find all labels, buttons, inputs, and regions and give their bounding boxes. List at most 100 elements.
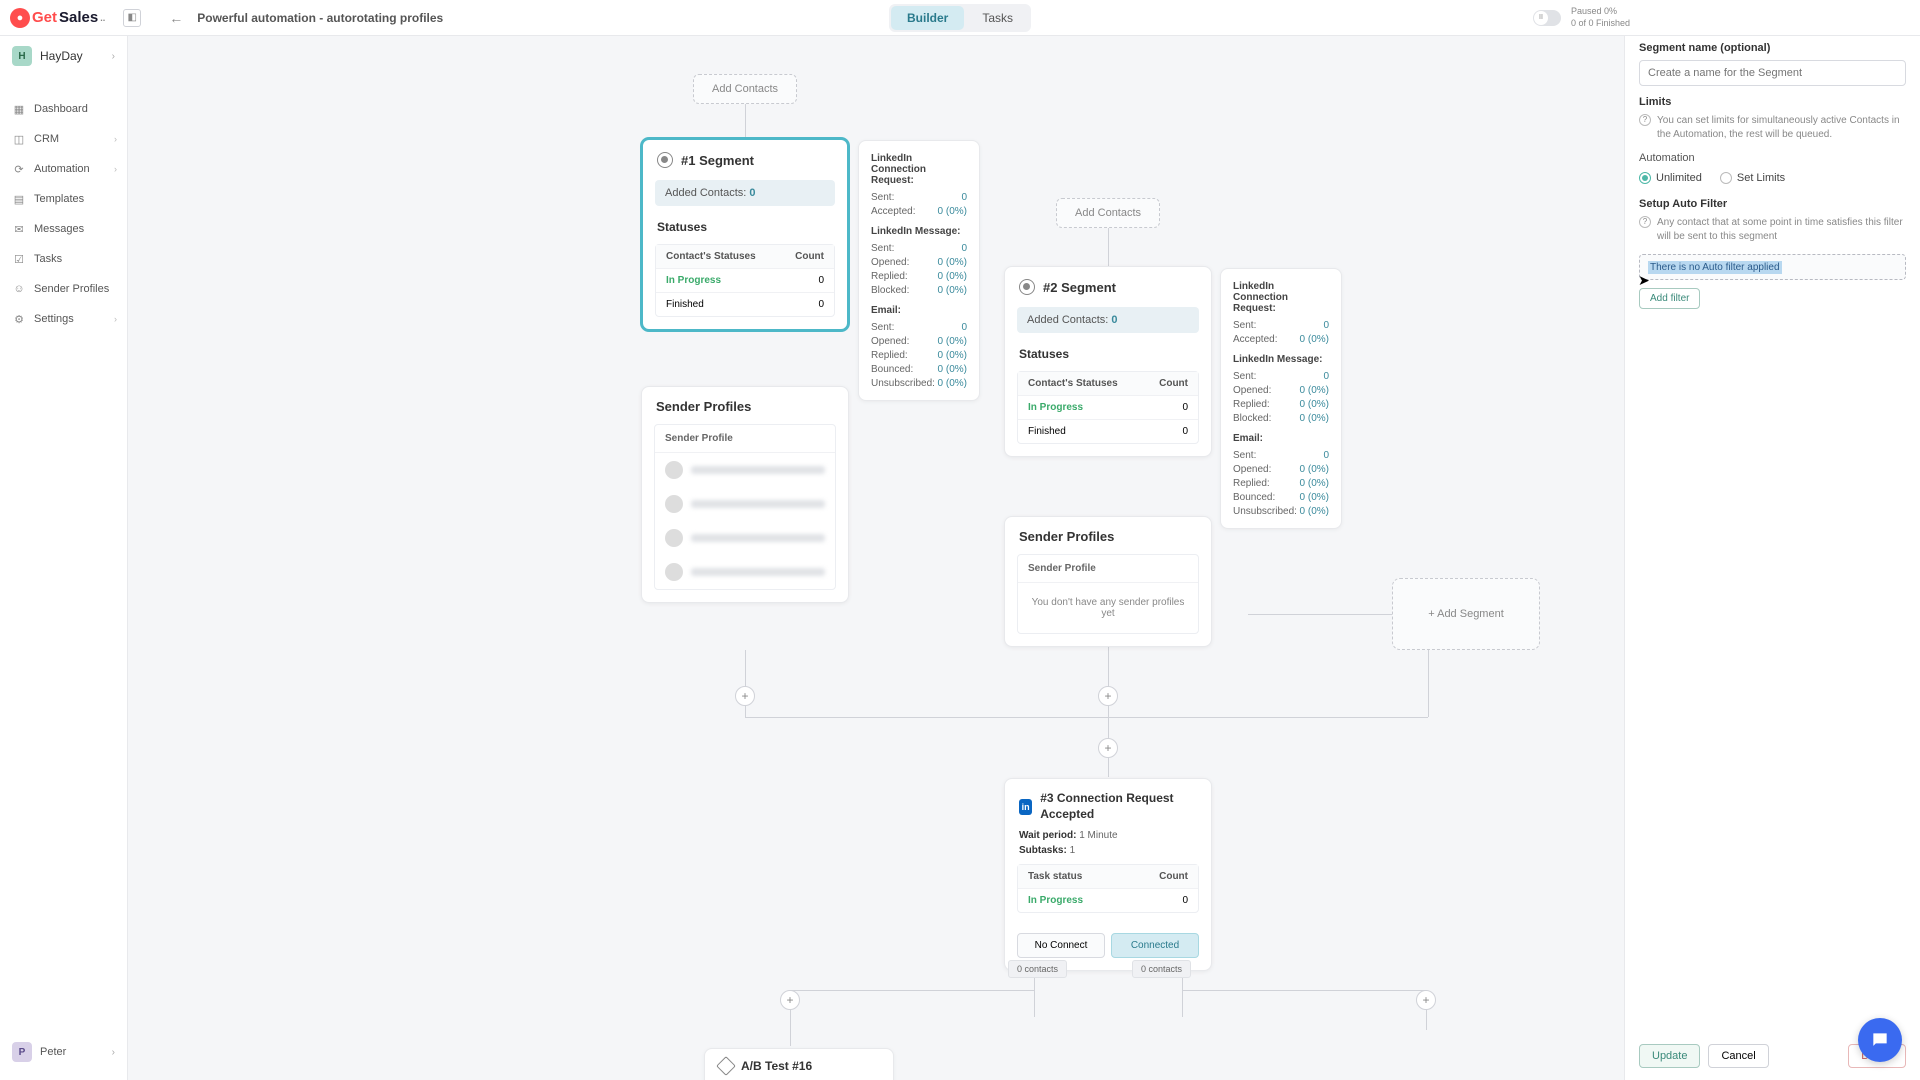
- stat-label: Replied:: [871, 350, 908, 361]
- sender-profiles-empty: You don't have any sender profiles yet: [1018, 583, 1198, 633]
- stats-group-licr: LinkedIn Connection Request:: [1233, 281, 1329, 314]
- stat-label: Opened:: [1233, 385, 1271, 396]
- radio-unlimited[interactable]: Unlimited: [1639, 172, 1702, 184]
- blurred-name: [691, 500, 825, 508]
- sidebar: H HayDay › ▦Dashboard ◫CRM› ⟳Automation›…: [0, 36, 128, 1080]
- radio-set-limits[interactable]: Set Limits: [1720, 172, 1785, 184]
- avatar: [665, 461, 683, 479]
- pause-text: Paused 0% 0 of 0 Finished: [1571, 6, 1630, 29]
- sender-profile-item[interactable]: [655, 453, 835, 487]
- sidebar-collapse-button[interactable]: ◧: [123, 9, 141, 27]
- nav-label: Dashboard: [34, 103, 88, 115]
- nav-automation[interactable]: ⟳Automation›: [0, 154, 127, 184]
- task-count: 0: [1182, 895, 1188, 906]
- segment-1-stats: LinkedIn Connection Request: Sent:0 Acce…: [858, 140, 980, 401]
- added-count: 0: [1111, 314, 1117, 326]
- limits-helper: ? You can set limits for simultaneously …: [1639, 114, 1906, 142]
- nav-sender-profiles[interactable]: ☺Sender Profiles: [0, 274, 127, 304]
- stat-value: 0 (0%): [938, 336, 967, 347]
- chevron-right-icon: ›: [112, 1047, 115, 1058]
- pause-status: Paused 0% 0 of 0 Finished: [1533, 6, 1630, 29]
- sender-profile-item[interactable]: [655, 487, 835, 521]
- logo-text-sales: Sales: [59, 9, 98, 26]
- back-arrow[interactable]: ←: [169, 10, 183, 26]
- logo[interactable]: ● GetSales..: [10, 8, 105, 28]
- stat-label: Sent:: [871, 243, 894, 254]
- stat-label: Blocked:: [871, 285, 909, 296]
- add-contacts-button-1[interactable]: Add Contacts: [693, 74, 797, 104]
- sender-profiles-2-node[interactable]: Sender Profiles Sender Profile You don't…: [1004, 516, 1212, 647]
- stat-label: Sent:: [871, 192, 894, 203]
- segment-name-input[interactable]: [1639, 60, 1906, 86]
- page-title: Powerful automation - autorotating profi…: [197, 11, 443, 25]
- help-icon[interactable]: ?: [1639, 114, 1651, 126]
- sender-profile-item[interactable]: [655, 555, 835, 589]
- stats-group-lim: LinkedIn Message:: [1233, 354, 1329, 365]
- add-step-button[interactable]: +: [780, 990, 800, 1010]
- stat-value: 0 (0%): [1300, 506, 1329, 517]
- stat-value: 0 (0%): [1300, 385, 1329, 396]
- nav-tasks[interactable]: ☑Tasks: [0, 244, 127, 274]
- sender-profile-item[interactable]: [655, 521, 835, 555]
- automation-canvas[interactable]: Add Contacts Add Contacts #1 Segment Add…: [128, 36, 1624, 1080]
- add-filter-button[interactable]: Add filter: [1639, 288, 1700, 309]
- stat-value: 0: [961, 322, 967, 333]
- add-step-button[interactable]: +: [1098, 738, 1118, 758]
- tab-builder[interactable]: Builder: [891, 6, 964, 30]
- add-step-button[interactable]: +: [1416, 990, 1436, 1010]
- paused-pct: Paused 0%: [1571, 6, 1630, 18]
- segment-1-node[interactable]: #1 Segment Added Contacts: 0 Statuses Co…: [641, 138, 849, 331]
- col-status: Contact's Statuses: [1028, 378, 1118, 389]
- stat-label: Replied:: [1233, 478, 1270, 489]
- tasks-icon: ☑: [12, 252, 26, 266]
- helper-text: You can set limits for simultaneously ac…: [1657, 114, 1906, 142]
- cancel-button[interactable]: Cancel: [1708, 1044, 1768, 1068]
- task-table: Task statusCount In Progress0: [1017, 864, 1199, 913]
- status-table: Contact's StatusesCount In Progress0 Fin…: [655, 244, 835, 317]
- add-step-button[interactable]: +: [735, 686, 755, 706]
- workspace-badge: H: [12, 46, 32, 66]
- added-contacts-bar: Added Contacts: 0: [1017, 307, 1199, 333]
- statuses-heading: Statuses: [1005, 343, 1211, 365]
- connection-request-node[interactable]: in #3 Connection Request Accepted Wait p…: [1004, 778, 1212, 971]
- stats-group-email: Email:: [1233, 433, 1329, 444]
- nav-templates[interactable]: ▤Templates: [0, 184, 127, 214]
- user-menu[interactable]: P Peter ›: [0, 1034, 127, 1070]
- nav-crm[interactable]: ◫CRM›: [0, 124, 127, 154]
- update-button[interactable]: Update: [1639, 1044, 1700, 1068]
- ab-test-node[interactable]: A/B Test #16: [704, 1048, 894, 1080]
- tab-tasks[interactable]: Tasks: [966, 6, 1029, 30]
- nav-settings[interactable]: ⚙Settings›: [0, 304, 127, 334]
- branch-connected[interactable]: Connected: [1111, 933, 1199, 958]
- stat-label: Sent:: [1233, 450, 1256, 461]
- help-icon[interactable]: ?: [1639, 216, 1651, 228]
- sender-profile-col: Sender Profile: [1018, 555, 1198, 583]
- stat-label: Replied:: [871, 271, 908, 282]
- connector: [1182, 990, 1426, 991]
- add-segment-button[interactable]: + Add Segment: [1392, 578, 1540, 650]
- avatar: [665, 529, 683, 547]
- avatar: [665, 495, 683, 513]
- user-avatar: P: [12, 1042, 32, 1062]
- connector: [745, 650, 746, 717]
- status-count: 0: [1182, 426, 1188, 437]
- crm-icon: ◫: [12, 132, 26, 146]
- sender-profiles-1-node[interactable]: Sender Profiles Sender Profile: [641, 386, 849, 603]
- templates-icon: ▤: [12, 192, 26, 206]
- branch-no-connect[interactable]: No Connect: [1017, 933, 1105, 958]
- ab-test-title: A/B Test #16: [741, 1059, 812, 1073]
- stat-label: Unsubscribed:: [1233, 506, 1297, 517]
- nav-dashboard[interactable]: ▦Dashboard: [0, 94, 127, 124]
- chat-fab[interactable]: [1858, 1018, 1902, 1062]
- radio-label: Unlimited: [1656, 172, 1702, 184]
- stat-value: 0: [961, 192, 967, 203]
- segment-2-node[interactable]: #2 Segment Added Contacts: 0 Statuses Co…: [1004, 266, 1212, 457]
- status-in-progress: In Progress: [1028, 402, 1083, 413]
- stat-value: 0 (0%): [938, 206, 967, 217]
- run-toggle[interactable]: [1533, 10, 1561, 26]
- ab-test-icon: [716, 1056, 736, 1076]
- add-contacts-button-2[interactable]: Add Contacts: [1056, 198, 1160, 228]
- nav-messages[interactable]: ✉Messages: [0, 214, 127, 244]
- workspace-selector[interactable]: H HayDay ›: [0, 36, 127, 76]
- add-step-button[interactable]: +: [1098, 686, 1118, 706]
